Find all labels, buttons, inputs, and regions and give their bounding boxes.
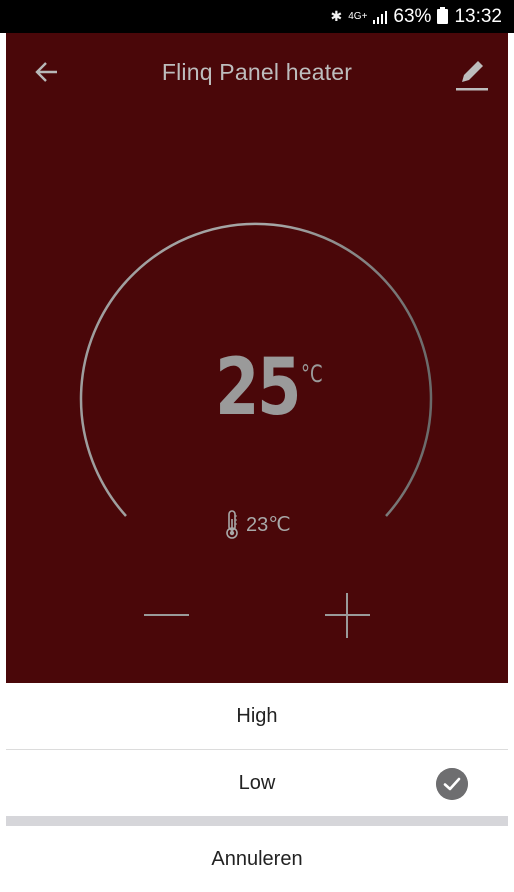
thermostat-screen: Flinq Panel heater 25 °C 23℃	[6, 33, 508, 683]
current-temperature: 23℃	[224, 509, 291, 539]
current-temperature-value: 23℃	[246, 513, 291, 536]
setpoint-value: 25	[215, 343, 302, 433]
option-low[interactable]: Low	[6, 750, 508, 816]
signal-icon	[373, 10, 388, 24]
cancel-button[interactable]: Annuleren	[6, 826, 508, 892]
mode-action-sheet: High Low Annuleren	[6, 683, 508, 892]
network-type: 4G+	[348, 11, 368, 22]
setpoint-unit: °C	[301, 360, 323, 388]
bluetooth-icon: ✱	[330, 8, 343, 24]
battery-percent: 63%	[393, 5, 432, 27]
option-high-label: High	[236, 704, 278, 727]
option-high[interactable]: High	[6, 683, 508, 750]
thermometer-icon	[226, 510, 238, 539]
check-circle-icon	[436, 768, 468, 800]
sheet-divider	[6, 816, 508, 826]
status-bar: ✱ 4G+ 63% 13:32	[0, 0, 514, 33]
battery-icon	[437, 7, 449, 24]
increase-button[interactable]	[322, 593, 372, 639]
decrease-button[interactable]	[142, 593, 192, 639]
cancel-label: Annuleren	[211, 847, 303, 870]
clock: 13:32	[454, 5, 502, 27]
option-low-label: Low	[238, 771, 276, 794]
